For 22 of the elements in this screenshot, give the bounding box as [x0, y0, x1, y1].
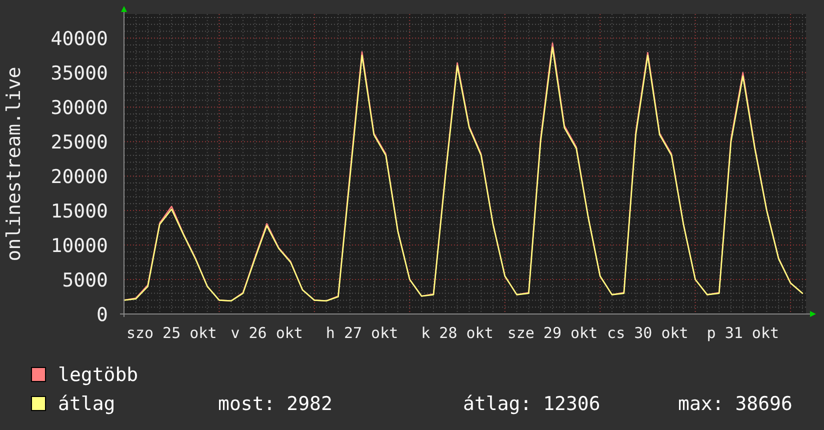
legend-label: legtöbb: [58, 364, 140, 386]
axis-tick-label: 0: [96, 304, 108, 326]
axis-tick-label: k 28 okt: [421, 324, 494, 342]
axis-tick-label: 10000: [50, 235, 108, 258]
legend-label: átlag: [58, 392, 116, 414]
axis-tick-label: cs 30 okt: [607, 324, 688, 342]
axis-tick-label: 30000: [50, 97, 108, 120]
legend-stat: max: 38696: [678, 392, 792, 414]
axis-tick-label: 35000: [50, 62, 108, 85]
axis-tick-label: 20000: [50, 166, 108, 188]
axis-tick-label: v 26 okt: [230, 324, 303, 342]
axis-tick-label: 25000: [50, 132, 108, 154]
axis-tick-label: 15000: [50, 200, 108, 223]
legend-stat: átlag: 12306: [463, 392, 602, 414]
axis-tick-label: h 27 okt: [326, 324, 398, 342]
axis-tick-label: szo 25 okt: [126, 324, 217, 342]
axis-title: onlinestream.live: [3, 66, 25, 262]
axis-tick-label: p 31 okt: [706, 324, 780, 342]
axis-tick-label: 5000: [62, 270, 108, 292]
legend-stat: most: 2982: [218, 392, 334, 414]
axis-tick-label: sze 29 okt: [507, 324, 598, 342]
axis-tick-label: 40000: [50, 28, 108, 50]
